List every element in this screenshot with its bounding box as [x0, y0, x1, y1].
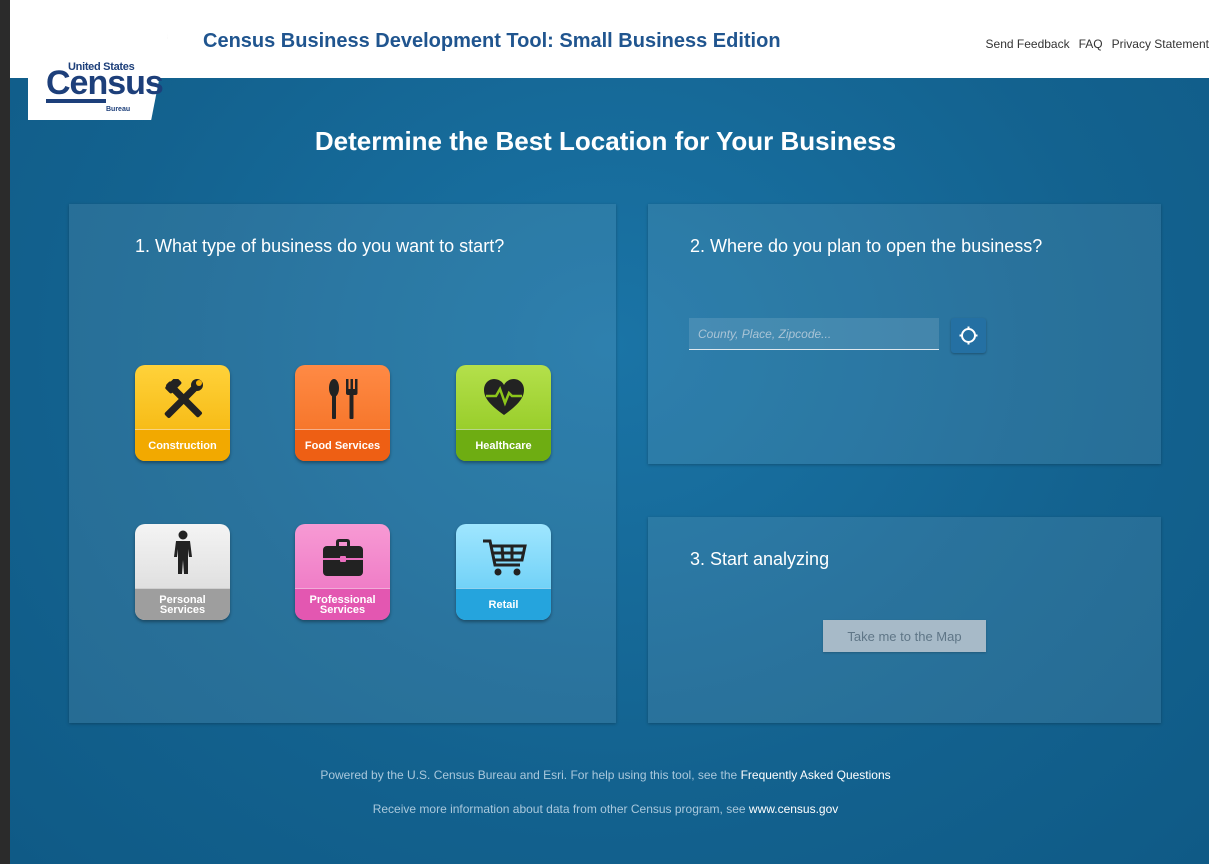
header-bar: Census Business Development Tool: Small …	[10, 0, 1209, 78]
faq-footer-link[interactable]: Frequently Asked Questions	[741, 768, 891, 782]
footer-info-text: Receive more information about data from…	[372, 802, 749, 816]
location-panel: 2. Where do you plan to open the busines…	[648, 204, 1161, 464]
business-type-title: 1. What type of business do you want to …	[135, 236, 505, 256]
person-icon	[135, 524, 230, 588]
briefcase-icon	[295, 524, 390, 588]
food-services-button[interactable]: Food Services	[295, 365, 390, 461]
business-type-panel: 1. What type of business do you want to …	[69, 204, 616, 723]
shopping-cart-icon	[456, 524, 551, 588]
census-logo-text: United States Census Bureau	[28, 34, 168, 120]
location-search-input[interactable]	[689, 318, 939, 350]
logo-census: Census	[46, 64, 164, 102]
professional-services-label: Professional Services	[295, 588, 390, 620]
food-services-label: Food Services	[295, 429, 390, 461]
app-title: Census Business Development Tool: Small …	[203, 30, 781, 52]
retail-button[interactable]: Retail	[456, 524, 551, 620]
send-feedback-link[interactable]: Send Feedback	[986, 37, 1070, 51]
construction-label: Construction	[135, 429, 230, 461]
footer-powered-text: Powered by the U.S. Census Bureau and Es…	[320, 768, 741, 782]
page-headline: Determine the Best Location for Your Bus…	[314, 126, 897, 156]
fork-knife-icon	[295, 365, 390, 429]
locate-icon	[959, 326, 978, 345]
healthcare-button[interactable]: Healthcare	[456, 365, 551, 461]
construction-button[interactable]: Construction	[135, 365, 230, 461]
analyze-title: 3. Start analyzing	[690, 549, 830, 569]
personal-services-label: Personal Services	[135, 588, 230, 620]
location-title: 2. Where do you plan to open the busines…	[690, 236, 1043, 256]
census-gov-link[interactable]: www.census.gov	[749, 802, 838, 816]
analyze-panel: 3. Start analyzing Take me to the Map	[648, 517, 1161, 723]
privacy-statement-link[interactable]: Privacy Statement	[1112, 37, 1209, 51]
tools-icon	[135, 365, 230, 429]
professional-services-button[interactable]: Professional Services	[295, 524, 390, 620]
personal-services-button[interactable]: Personal Services	[135, 524, 230, 620]
page: Census Business Development Tool: Small …	[10, 0, 1209, 864]
footer-line-2: Receive more information about data from…	[10, 802, 1209, 816]
top-links: Send Feedback FAQ Privacy Statement	[986, 37, 1209, 51]
take-me-to-map-button[interactable]: Take me to the Map	[823, 620, 986, 652]
logo-underline	[46, 99, 106, 103]
faq-link[interactable]: FAQ	[1079, 37, 1103, 51]
footer-line-1: Powered by the U.S. Census Bureau and Es…	[10, 768, 1209, 782]
retail-label: Retail	[456, 588, 551, 620]
healthcare-label: Healthcare	[456, 429, 551, 461]
locate-button[interactable]	[951, 318, 986, 353]
heart-pulse-icon	[456, 365, 551, 429]
logo-bureau: Bureau	[106, 106, 131, 113]
